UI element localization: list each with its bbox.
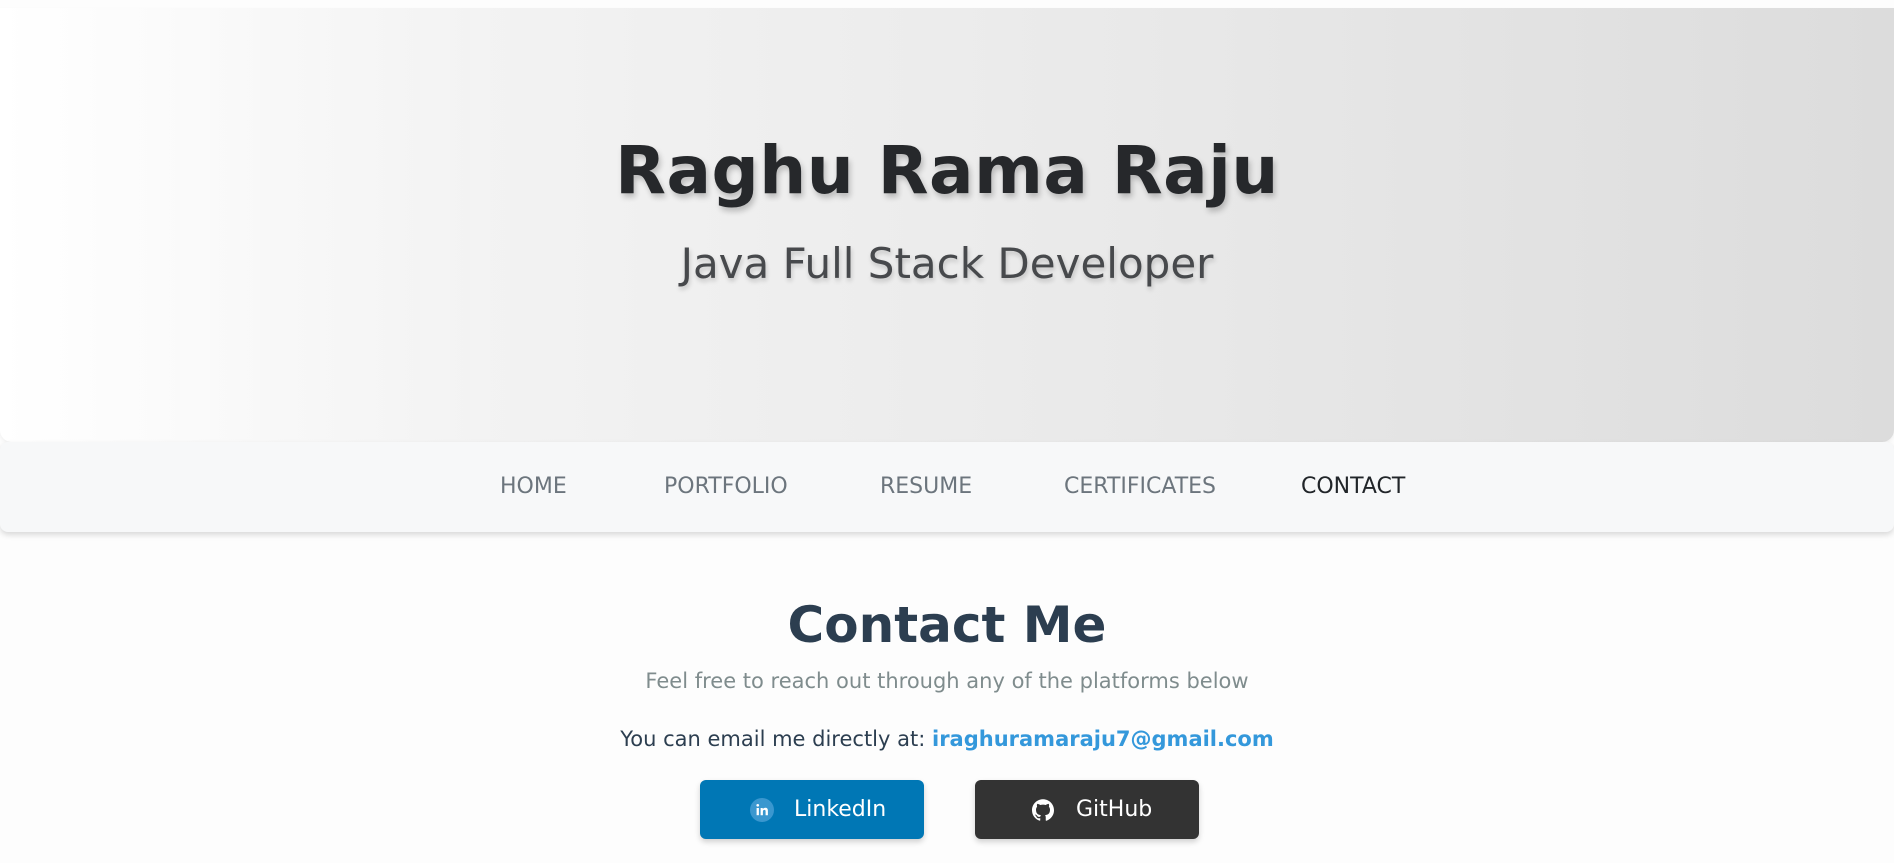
nav-item-portfolio[interactable]: PORTFOLIO <box>664 442 788 532</box>
nav-item-resume[interactable]: RESUME <box>880 442 972 532</box>
page: Raghu Rama Raju Java Full Stack Develope… <box>0 0 1894 863</box>
hero-tagline: Java Full Stack Developer <box>680 239 1214 288</box>
nav-item-contact[interactable]: CONTACT <box>1301 442 1405 532</box>
nav-item-certificates[interactable]: CERTIFICATES <box>1064 442 1216 532</box>
contact-title: Contact Me <box>787 596 1107 654</box>
main-navbar: HOME PORTFOLIO RESUME CERTIFICATES CONTA… <box>0 442 1894 532</box>
github-button[interactable]: GitHub <box>975 780 1199 839</box>
nav-item-home[interactable]: HOME <box>500 442 567 532</box>
linkedin-button[interactable]: LinkedIn <box>700 780 924 839</box>
linkedin-icon <box>750 798 774 822</box>
github-icon <box>1032 799 1055 821</box>
email-link[interactable]: iraghuramaraju7@gmail.com <box>932 727 1274 751</box>
github-button-label: GitHub <box>1076 797 1153 822</box>
contact-lead-text: Feel free to reach out through any of th… <box>645 669 1249 693</box>
hero-name: Raghu Rama Raju <box>615 132 1279 209</box>
contact-email-line: You can email me directly at: iraghurama… <box>0 724 1894 754</box>
hero-header: Raghu Rama Raju Java Full Stack Develope… <box>0 8 1894 442</box>
linkedin-button-label: LinkedIn <box>794 797 887 822</box>
email-prefix-text: You can email me directly at: <box>620 727 926 751</box>
